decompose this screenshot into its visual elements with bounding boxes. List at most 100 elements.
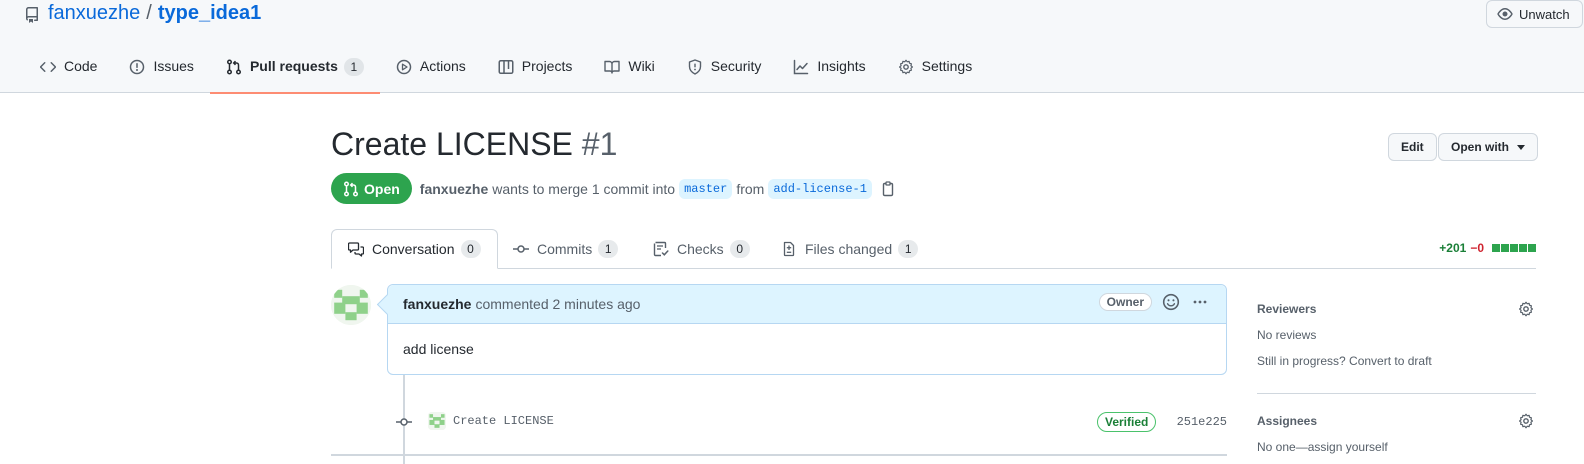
pull-requests-counter: 1 [343, 58, 364, 76]
repo-icon [25, 6, 38, 23]
gear-icon[interactable] [1518, 301, 1534, 317]
nav-actions[interactable]: Actions [380, 48, 482, 93]
nav-actions-label: Actions [419, 58, 466, 74]
smiley-icon[interactable] [1162, 293, 1180, 311]
pr-title-text: Create LICENSE [331, 126, 573, 162]
page-title: Create LICENSE #1 [331, 126, 617, 163]
tab-commits[interactable]: Commits 1 [513, 229, 619, 269]
diffstat-deletions: −0 [1470, 241, 1484, 255]
commits-counter: 1 [598, 240, 619, 258]
nav-code[interactable]: Code [24, 48, 113, 93]
assignees-section: Assignees No one—assign yourself [1257, 408, 1536, 460]
unwatch-button[interactable]: Unwatch [1486, 0, 1583, 28]
head-branch-link[interactable]: add-license-1 [768, 178, 872, 199]
diffstat: +201 −0 [1439, 241, 1536, 255]
issue-opened-icon [130, 59, 145, 75]
commit-row: Create LICENSE Verified 251e225 [395, 410, 1227, 434]
commit-sha-link[interactable]: 251e225 [1177, 415, 1227, 429]
checklist-icon [653, 241, 669, 257]
repo-owner-link[interactable]: fanxuezhe [48, 2, 140, 25]
code-icon [40, 62, 56, 72]
git-pull-request-icon [226, 59, 241, 75]
unwatch-label: Unwatch [1519, 6, 1570, 22]
shield-icon [688, 59, 701, 75]
assignees-heading[interactable]: Assignees [1257, 408, 1536, 434]
nav-issues[interactable]: Issues [113, 48, 209, 93]
sidebar: Reviewers No reviews Still in progress? … [1257, 296, 1536, 460]
repo-header: fanxuezhe / type_idea1 Unwatch Code Issu… [0, 0, 1584, 94]
repo-name-link[interactable]: type_idea1 [158, 2, 261, 25]
nav-wiki[interactable]: Wiki [588, 48, 670, 93]
reviewers-heading[interactable]: Reviewers [1257, 296, 1536, 322]
files-changed-counter: 1 [898, 240, 919, 258]
comment-author-link[interactable]: fanxuezhe [403, 296, 471, 312]
file-diff-icon [783, 241, 795, 257]
repo-nav: Code Issues Pull requests 1 Actions Proj… [24, 48, 989, 94]
pr-meta: Open fanxuezhe wants to merge 1 commit i… [331, 173, 896, 204]
reviewers-value: No reviews [1257, 328, 1317, 342]
assignees-value[interactable]: No one—assign yourself [1257, 434, 1536, 460]
gear-icon [898, 59, 913, 75]
sidebar-divider [1257, 393, 1536, 394]
identicon-avatar [331, 285, 371, 325]
nav-insights[interactable]: Insights [777, 48, 881, 93]
avatar[interactable] [331, 285, 371, 325]
comment-body: add license [403, 341, 474, 357]
nav-projects[interactable]: Projects [482, 48, 589, 93]
diffstat-additions: +201 [1439, 241, 1467, 255]
nav-settings-label: Settings [921, 58, 973, 74]
comment-box: fanxuezhe commented 2 minutes ago Owner … [387, 284, 1227, 375]
tab-conversation[interactable]: Conversation 0 [331, 229, 498, 269]
nav-pull-requests[interactable]: Pull requests 1 [209, 48, 380, 94]
nav-projects-label: Projects [521, 58, 573, 74]
pr-tabs: Conversation 0 Commits 1 Checks 0 Files … [331, 229, 1536, 269]
base-branch-link[interactable]: master [679, 178, 733, 199]
pr-author-link[interactable]: fanxuezhe [420, 181, 488, 197]
play-icon [396, 59, 412, 75]
git-pull-request-icon [344, 181, 358, 196]
commit-author-avatar[interactable] [428, 412, 446, 430]
nav-issues-label: Issues [153, 58, 194, 74]
triangle-down-icon [1517, 144, 1525, 150]
edit-button[interactable]: Edit [1388, 133, 1437, 161]
nav-insights-label: Insights [817, 58, 866, 74]
tab-conversation-label: Conversation [372, 241, 455, 257]
table-icon [498, 60, 514, 74]
from-text: from [736, 180, 765, 197]
diffstat-block [1519, 244, 1527, 252]
conversation-counter: 0 [460, 240, 481, 258]
gear-icon[interactable] [1518, 413, 1534, 429]
diffstat-block [1492, 244, 1500, 252]
eye-icon [1497, 8, 1513, 20]
book-icon [604, 60, 621, 74]
status-badge: Open [331, 173, 412, 204]
status-label: Open [364, 180, 400, 197]
tab-files-changed-label: Files changed [805, 241, 893, 257]
repo-title: fanxuezhe / type_idea1 [24, 2, 261, 25]
copy-icon[interactable] [880, 180, 896, 197]
owner-badge: Owner [1098, 293, 1152, 311]
tab-checks-label: Checks [677, 241, 724, 257]
comment-timestamp[interactable]: commented 2 minutes ago [475, 296, 640, 312]
graph-icon [794, 59, 809, 75]
reviewers-section: Reviewers No reviews Still in progress? … [1257, 296, 1536, 374]
tab-commits-label: Commits [537, 241, 593, 257]
identicon-avatar [428, 412, 446, 430]
nav-pull-requests-label: Pull requests [249, 58, 338, 74]
convert-to-draft-link[interactable]: Still in progress? Convert to draft [1257, 348, 1536, 374]
git-commit-icon [396, 418, 412, 426]
comment-header: fanxuezhe commented 2 minutes ago Owner [388, 285, 1226, 324]
nav-security[interactable]: Security [671, 48, 778, 93]
timeline-divider [331, 454, 1227, 456]
tab-checks[interactable]: Checks 0 [653, 229, 750, 269]
tab-files-changed[interactable]: Files changed 1 [781, 229, 919, 269]
comment-discussion-icon [348, 242, 364, 257]
kebab-horizontal-icon[interactable] [1190, 294, 1210, 310]
verified-badge[interactable]: Verified [1097, 412, 1157, 432]
nav-code-label: Code [64, 58, 98, 74]
open-with-label: Open with [1451, 140, 1509, 154]
commit-message-link[interactable]: Create LICENSE [453, 414, 554, 428]
open-with-button[interactable]: Open with [1438, 133, 1538, 161]
diffstat-blocks [1492, 244, 1536, 252]
nav-settings[interactable]: Settings [882, 48, 989, 93]
